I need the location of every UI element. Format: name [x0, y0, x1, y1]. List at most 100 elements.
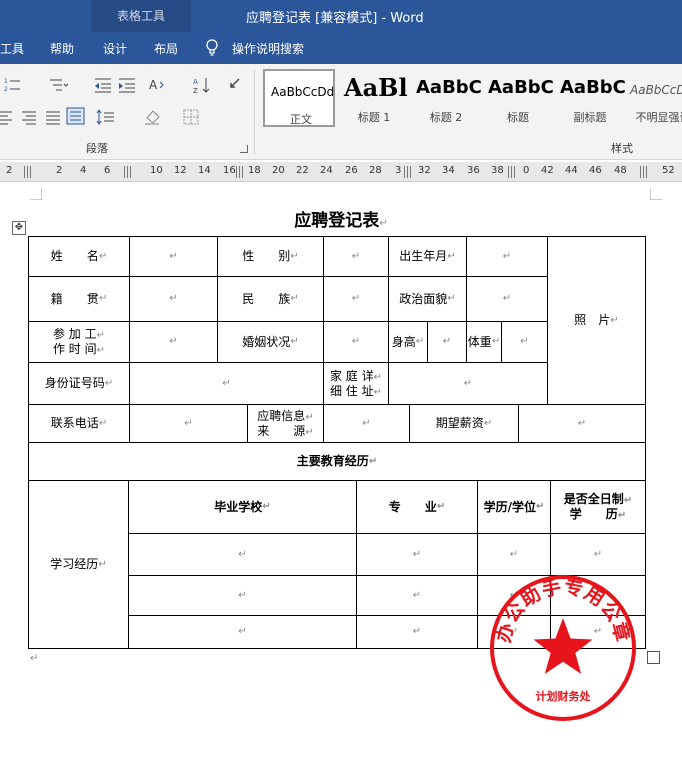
- salary-value-cell[interactable]: ↵: [518, 404, 646, 443]
- style-heading-1[interactable]: AaBl 标题 1: [338, 69, 410, 127]
- ethnic-value-cell[interactable]: ↵: [323, 276, 389, 322]
- style-normal[interactable]: AaBbCcDd 正文: [263, 69, 335, 127]
- line-spacing-icon[interactable]: [96, 108, 116, 126]
- tab-design[interactable]: 设计: [103, 40, 127, 57]
- justify-icon[interactable]: [44, 108, 64, 126]
- sort-icon[interactable]: A Z: [193, 76, 213, 94]
- document-title: 应聘登记表↵: [294, 211, 388, 231]
- style-subtitle[interactable]: AaBbC 副标题: [554, 69, 626, 127]
- height-value-cell[interactable]: ↵: [427, 321, 467, 363]
- education-header: 主要教育经历 ↵: [28, 442, 646, 481]
- ruler-column-marker[interactable]: [404, 166, 412, 178]
- work-start-label: 参 加 工↵ 作 时 间↵: [28, 321, 130, 363]
- ruler-column-marker[interactable]: [508, 166, 516, 178]
- tab-layout[interactable]: 布局: [154, 40, 178, 57]
- svg-text:计划财务处: 计划财务处: [536, 689, 592, 703]
- native-label: 籍 贯 ↵: [28, 276, 130, 322]
- horizontal-ruler[interactable]: [0, 162, 682, 182]
- birth-value-cell[interactable]: ↵: [466, 236, 548, 277]
- birth-label: 出生年月 ↵: [388, 236, 467, 277]
- major-cell[interactable]: ↵: [356, 615, 478, 649]
- ruler-number: 34: [442, 165, 455, 176]
- ruler-number: 44: [565, 165, 578, 176]
- table-move-handle-icon[interactable]: ✥: [12, 221, 26, 235]
- ruler-column-marker[interactable]: [24, 166, 32, 178]
- source-value-cell[interactable]: ↵: [323, 404, 410, 443]
- table-tools-label: 表格工具: [116, 9, 165, 23]
- lightbulb-icon[interactable]: [205, 39, 219, 57]
- political-label: 政治面貌 ↵: [388, 276, 467, 322]
- paragraph-mark: ↵: [30, 653, 39, 664]
- height-label: 身高 ↵: [388, 321, 428, 363]
- style-heading-2[interactable]: AaBbC 标题 2: [410, 69, 482, 127]
- study-history-label: 学习经历 ↵: [28, 480, 129, 649]
- style-title[interactable]: AaBbC 标题: [482, 69, 554, 127]
- address-value-cell[interactable]: ↵: [388, 362, 548, 405]
- ruler-number: 2: [56, 165, 63, 176]
- ruler-number: 18: [248, 165, 261, 176]
- window-title: 应聘登记表 [兼容模式] - Word: [246, 11, 424, 26]
- ruler-number: 26: [345, 165, 358, 176]
- ruler-number: 46: [589, 165, 602, 176]
- work-start-value-cell[interactable]: ↵: [129, 321, 218, 363]
- multilevel-list-icon[interactable]: [48, 76, 68, 94]
- ruler-column-marker[interactable]: [124, 166, 132, 178]
- school-cell[interactable]: ↵: [128, 575, 357, 616]
- page-corner-mark: [30, 188, 42, 200]
- show-marks-icon[interactable]: [225, 76, 245, 94]
- ruler-number: 38: [491, 165, 504, 176]
- shading-icon[interactable]: [143, 108, 163, 126]
- gender-label: 性 别 ↵: [217, 236, 324, 277]
- borders-icon[interactable]: [182, 108, 202, 126]
- ruler-number: 20: [272, 165, 285, 176]
- table-resize-handle[interactable]: [647, 651, 660, 664]
- ruler-number: 6: [104, 165, 111, 176]
- major-cell[interactable]: ↵: [356, 533, 478, 576]
- weight-value-cell[interactable]: ↵: [501, 321, 548, 363]
- salary-label: 期望薪资 ↵: [409, 404, 519, 443]
- tab-help[interactable]: 帮助: [50, 40, 74, 57]
- style-subtle-emphasis[interactable]: AaBbCcDd 不明显强调: [626, 69, 682, 127]
- ruler-number: 12: [174, 165, 187, 176]
- ruler-number: 42: [541, 165, 554, 176]
- svg-text:Z: Z: [193, 87, 198, 94]
- tell-me-search[interactable]: 操作说明搜索: [232, 40, 304, 57]
- marital-label: 婚姻状况 ↵: [217, 321, 324, 363]
- native-value-cell[interactable]: ↵: [129, 276, 218, 322]
- id-number-value-cell[interactable]: ↵: [129, 362, 324, 405]
- paragraph-dialog-launcher[interactable]: [240, 145, 248, 153]
- phone-value-cell[interactable]: ↵: [129, 404, 248, 443]
- school-cell[interactable]: ↵: [128, 533, 357, 576]
- align-left-icon[interactable]: [0, 108, 20, 126]
- major-cell[interactable]: ↵: [356, 575, 478, 616]
- numbering-icon[interactable]: 1 2: [4, 76, 24, 94]
- source-label: 应聘信息↵ 来 源↵: [247, 404, 324, 443]
- ruler-number: 2: [6, 165, 13, 176]
- name-label: 姓 名 ↵: [28, 236, 130, 277]
- address-label: 家 庭 详↵ 细 住 址↵: [323, 362, 389, 405]
- ruler-number: 22: [296, 165, 309, 176]
- ruler-number: 52: [662, 165, 675, 176]
- tab-tools[interactable]: 工具: [0, 40, 24, 57]
- ethnic-label: 民 族 ↵: [217, 276, 324, 322]
- asian-layout-icon[interactable]: A: [148, 76, 168, 94]
- name-value-cell[interactable]: ↵: [129, 236, 218, 277]
- distributed-icon[interactable]: [66, 107, 86, 125]
- svg-text:A: A: [193, 78, 198, 86]
- political-value-cell[interactable]: ↵: [466, 276, 548, 322]
- ruler-column-marker[interactable]: [640, 166, 648, 178]
- increase-indent-icon[interactable]: [117, 76, 137, 94]
- ruler-column-marker[interactable]: [236, 166, 244, 178]
- svg-text:1: 1: [4, 78, 8, 85]
- align-right-icon[interactable]: [20, 108, 40, 126]
- decrease-indent-icon[interactable]: [93, 76, 113, 94]
- marital-value-cell[interactable]: ↵: [323, 321, 389, 363]
- school-cell[interactable]: ↵: [128, 615, 357, 649]
- group-separator: [254, 70, 255, 154]
- gender-value-cell[interactable]: ↵: [323, 236, 389, 277]
- paragraph-group-label: 段落: [86, 142, 108, 155]
- school-header: 毕业学校 ↵: [128, 480, 357, 534]
- photo-cell[interactable]: 照 片 ↵: [547, 236, 646, 405]
- degree-cell[interactable]: ↵: [477, 533, 551, 576]
- fulltime-cell[interactable]: ↵: [550, 533, 646, 576]
